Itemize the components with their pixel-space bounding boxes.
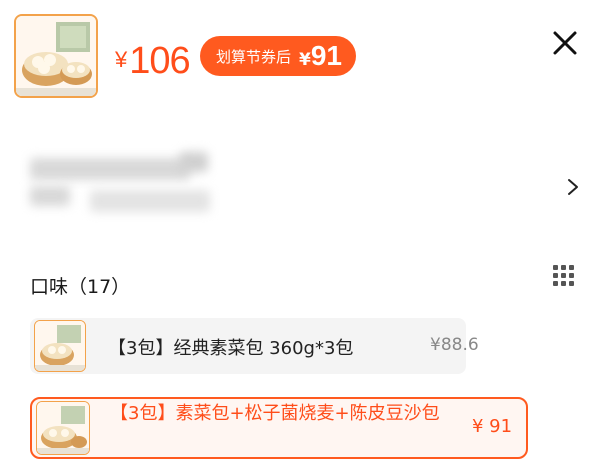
option-1-thumbnail (34, 320, 86, 372)
coupon-price-badge: 划算节券后 ¥91 (200, 36, 357, 76)
option-2-price: ¥ 91 (472, 416, 513, 437)
grid-view-icon[interactable] (551, 263, 577, 289)
blurred-address[interactable] (30, 150, 210, 218)
price-currency-symbol: ¥ (115, 47, 128, 72)
option-2-label: 【3包】素菜包+松子菌烧麦+陈皮豆沙包 (110, 403, 440, 424)
flavor-section-title: 口味（17） (30, 276, 131, 298)
steamed-buns-image (16, 16, 96, 96)
option-1-label: 【3包】经典素菜包 360g*3包 (108, 338, 354, 359)
option-1-price: ¥88.6 (430, 335, 479, 355)
coupon-price-value: 91 (310, 40, 343, 71)
close-icon[interactable] (552, 30, 578, 56)
option-2-thumbnail (36, 401, 90, 455)
flavor-option-2-selected[interactable]: 【3包】素菜包+松子菌烧麦+陈皮豆沙包 ¥ 91 (30, 397, 528, 459)
chevron-right-icon[interactable] (566, 178, 580, 196)
coupon-label: 划算节券后 (216, 47, 292, 66)
flavor-option-1[interactable]: 【3包】经典素菜包 360g*3包 ¥88.6 (30, 318, 479, 374)
product-thumbnail[interactable] (14, 14, 98, 98)
coupon-currency-symbol: ¥ (299, 50, 311, 70)
current-price: ¥106 (115, 40, 191, 83)
price-value: 106 (129, 40, 190, 82)
